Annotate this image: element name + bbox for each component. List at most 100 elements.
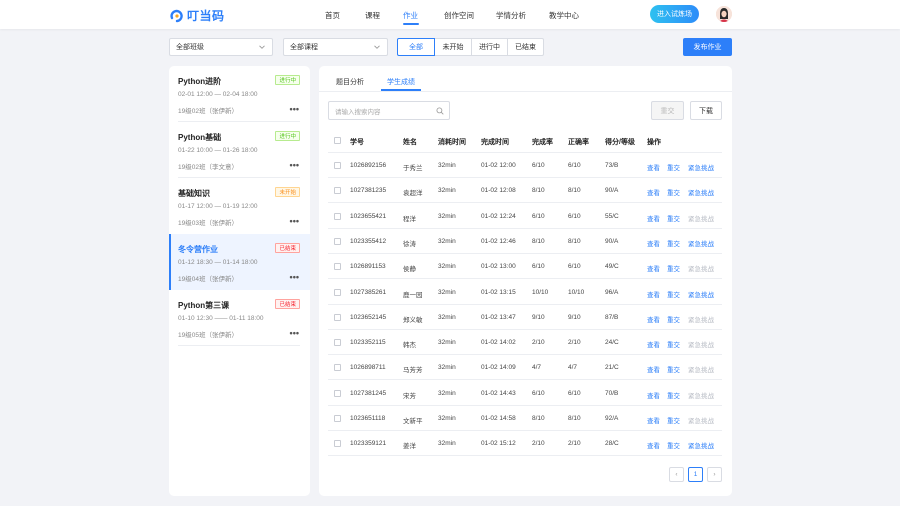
- more-options-icon[interactable]: •••: [290, 160, 299, 170]
- urgent-challenge-link[interactable]: 紧急挑战: [688, 213, 714, 223]
- resubmit-link[interactable]: 重交: [667, 415, 680, 425]
- urgent-challenge-link[interactable]: 紧急挑战: [688, 440, 714, 450]
- resubmit-link[interactable]: 重交: [667, 263, 680, 273]
- resubmit-link[interactable]: 重交: [667, 440, 680, 450]
- urgent-challenge-link[interactable]: 紧急挑战: [688, 364, 714, 374]
- view-link[interactable]: 查看: [647, 263, 660, 273]
- row-checkbox[interactable]: [334, 389, 341, 397]
- resubmit-link[interactable]: 重交: [667, 187, 680, 197]
- user-avatar[interactable]: [716, 6, 732, 22]
- row-checkbox[interactable]: [334, 263, 341, 271]
- logo[interactable]: 叮当码: [170, 7, 225, 24]
- view-link[interactable]: 查看: [647, 390, 660, 400]
- student-name: 马芳芳: [403, 367, 423, 375]
- student-name: 程洋: [403, 215, 416, 223]
- view-link[interactable]: 查看: [647, 440, 660, 450]
- nav-home[interactable]: 首页: [325, 10, 340, 21]
- tab-student-scores[interactable]: 学生成绩: [387, 77, 415, 87]
- view-link[interactable]: 查看: [647, 339, 660, 349]
- status-tab-ended[interactable]: 已结束: [507, 38, 544, 56]
- homework-item[interactable]: Python第三课 已结束 01-10 12:30 —— 01-11 18:00…: [169, 290, 310, 346]
- urgent-challenge-link[interactable]: 紧急挑战: [688, 415, 714, 425]
- more-options-icon[interactable]: •••: [290, 272, 299, 282]
- more-options-icon[interactable]: •••: [290, 216, 299, 226]
- completion-rate: 10/10: [532, 288, 549, 296]
- row-checkbox[interactable]: [334, 162, 341, 169]
- urgent-challenge-link[interactable]: 紧急挑战: [688, 238, 714, 248]
- row-checkbox[interactable]: [334, 364, 341, 372]
- time-spent: 32min: [438, 440, 456, 448]
- logo-icon: [170, 9, 183, 22]
- nav-courses[interactable]: 课程: [365, 10, 380, 21]
- publish-homework-button[interactable]: 发布作业: [683, 38, 732, 56]
- nav-teaching-center[interactable]: 教学中心: [549, 10, 579, 21]
- status-tab-in-progress[interactable]: 进行中: [471, 38, 508, 56]
- nav-creation-space[interactable]: 创作空间: [444, 10, 474, 21]
- row-checkbox[interactable]: [334, 313, 341, 321]
- view-link[interactable]: 查看: [647, 187, 660, 197]
- resubmit-link[interactable]: 重交: [667, 238, 680, 248]
- search-input[interactable]: 请输入搜索内容: [328, 101, 450, 120]
- view-link[interactable]: 查看: [647, 213, 660, 223]
- accuracy: 6/10: [568, 212, 581, 220]
- next-page-button[interactable]: ›: [707, 467, 722, 482]
- nav-learning-analysis[interactable]: 学情分析: [496, 10, 526, 21]
- resubmit-link[interactable]: 重交: [667, 162, 680, 172]
- table-row: 1023655421 程洋 32min 01-02 12:24 6/10 6/10 55/C…: [328, 204, 722, 229]
- urgent-challenge-link[interactable]: 紧急挑战: [688, 390, 714, 400]
- urgent-challenge-link[interactable]: 紧急挑战: [688, 339, 714, 349]
- urgent-challenge-link[interactable]: 紧急挑战: [688, 162, 714, 172]
- finish-time: 01-02 13:00: [481, 263, 516, 271]
- class-select[interactable]: 全部班级: [169, 38, 273, 56]
- search-placeholder: 请输入搜索内容: [335, 108, 381, 116]
- resubmit-button[interactable]: 重交: [651, 101, 684, 120]
- row-checkbox[interactable]: [334, 187, 341, 195]
- resubmit-link[interactable]: 重交: [667, 213, 680, 223]
- resubmit-link[interactable]: 重交: [667, 364, 680, 374]
- course-select[interactable]: 全部课程: [283, 38, 388, 56]
- enter-practice-button[interactable]: 进入试炼场: [650, 5, 699, 23]
- view-link[interactable]: 查看: [647, 289, 660, 299]
- accuracy: 9/10: [568, 313, 581, 321]
- select-all-checkbox[interactable]: [334, 137, 341, 144]
- more-options-icon[interactable]: •••: [290, 328, 299, 338]
- nav-homework[interactable]: 作业: [403, 10, 418, 21]
- row-checkbox[interactable]: [334, 237, 341, 245]
- row-checkbox[interactable]: [334, 440, 341, 448]
- student-id: 1023655421: [350, 212, 387, 220]
- student-name: 宋芳: [403, 392, 416, 400]
- urgent-challenge-link[interactable]: 紧急挑战: [688, 263, 714, 273]
- download-button[interactable]: 下载: [690, 101, 722, 120]
- homework-item-selected[interactable]: 冬令营作业 已结束 01-12 18:30 — 01-14 18:00 19级0…: [169, 234, 310, 290]
- more-options-icon[interactable]: •••: [290, 104, 299, 114]
- resubmit-link[interactable]: 重交: [667, 390, 680, 400]
- row-checkbox[interactable]: [334, 415, 341, 422]
- urgent-challenge-link[interactable]: 紧急挑战: [688, 187, 714, 197]
- urgent-challenge-link[interactable]: 紧急挑战: [688, 289, 714, 299]
- resubmit-link[interactable]: 重交: [667, 339, 680, 349]
- homework-item[interactable]: 基础知识 未开始 01-17 12:00 — 01-19 12:00 19级03…: [169, 178, 310, 234]
- resubmit-link[interactable]: 重交: [667, 314, 680, 324]
- page-1-button[interactable]: 1: [688, 467, 703, 482]
- status-tab-not-started[interactable]: 未开始: [434, 38, 472, 56]
- view-link[interactable]: 查看: [647, 415, 660, 425]
- homework-item[interactable]: Python基础 进行中 01-22 10:00 — 01-26 18:00 1…: [169, 122, 310, 178]
- row-checkbox[interactable]: [334, 339, 341, 347]
- homework-item[interactable]: Python进阶 进行中 02-01 12:00 — 02-04 18:00 1…: [169, 66, 310, 122]
- view-link[interactable]: 查看: [647, 364, 660, 374]
- accuracy: 2/10: [568, 339, 581, 347]
- urgent-challenge-link[interactable]: 紧急挑战: [688, 314, 714, 324]
- view-link[interactable]: 查看: [647, 238, 660, 248]
- homework-name: Python基础: [178, 133, 222, 142]
- homework-name: Python第三课: [178, 301, 230, 310]
- status-tab-all[interactable]: 全部: [397, 38, 435, 56]
- tab-question-analysis[interactable]: 题目分析: [336, 77, 364, 87]
- row-checkbox[interactable]: [334, 212, 341, 220]
- view-link[interactable]: 查看: [647, 314, 660, 324]
- prev-page-button[interactable]: ‹: [669, 467, 684, 482]
- table-header: 学号 姓名 消耗时间 完成时间 完成率 正确率 得分/等级 操作: [328, 128, 722, 153]
- view-link[interactable]: 查看: [647, 162, 660, 172]
- divider: [178, 345, 300, 346]
- row-checkbox[interactable]: [334, 288, 341, 296]
- resubmit-link[interactable]: 重交: [667, 289, 680, 299]
